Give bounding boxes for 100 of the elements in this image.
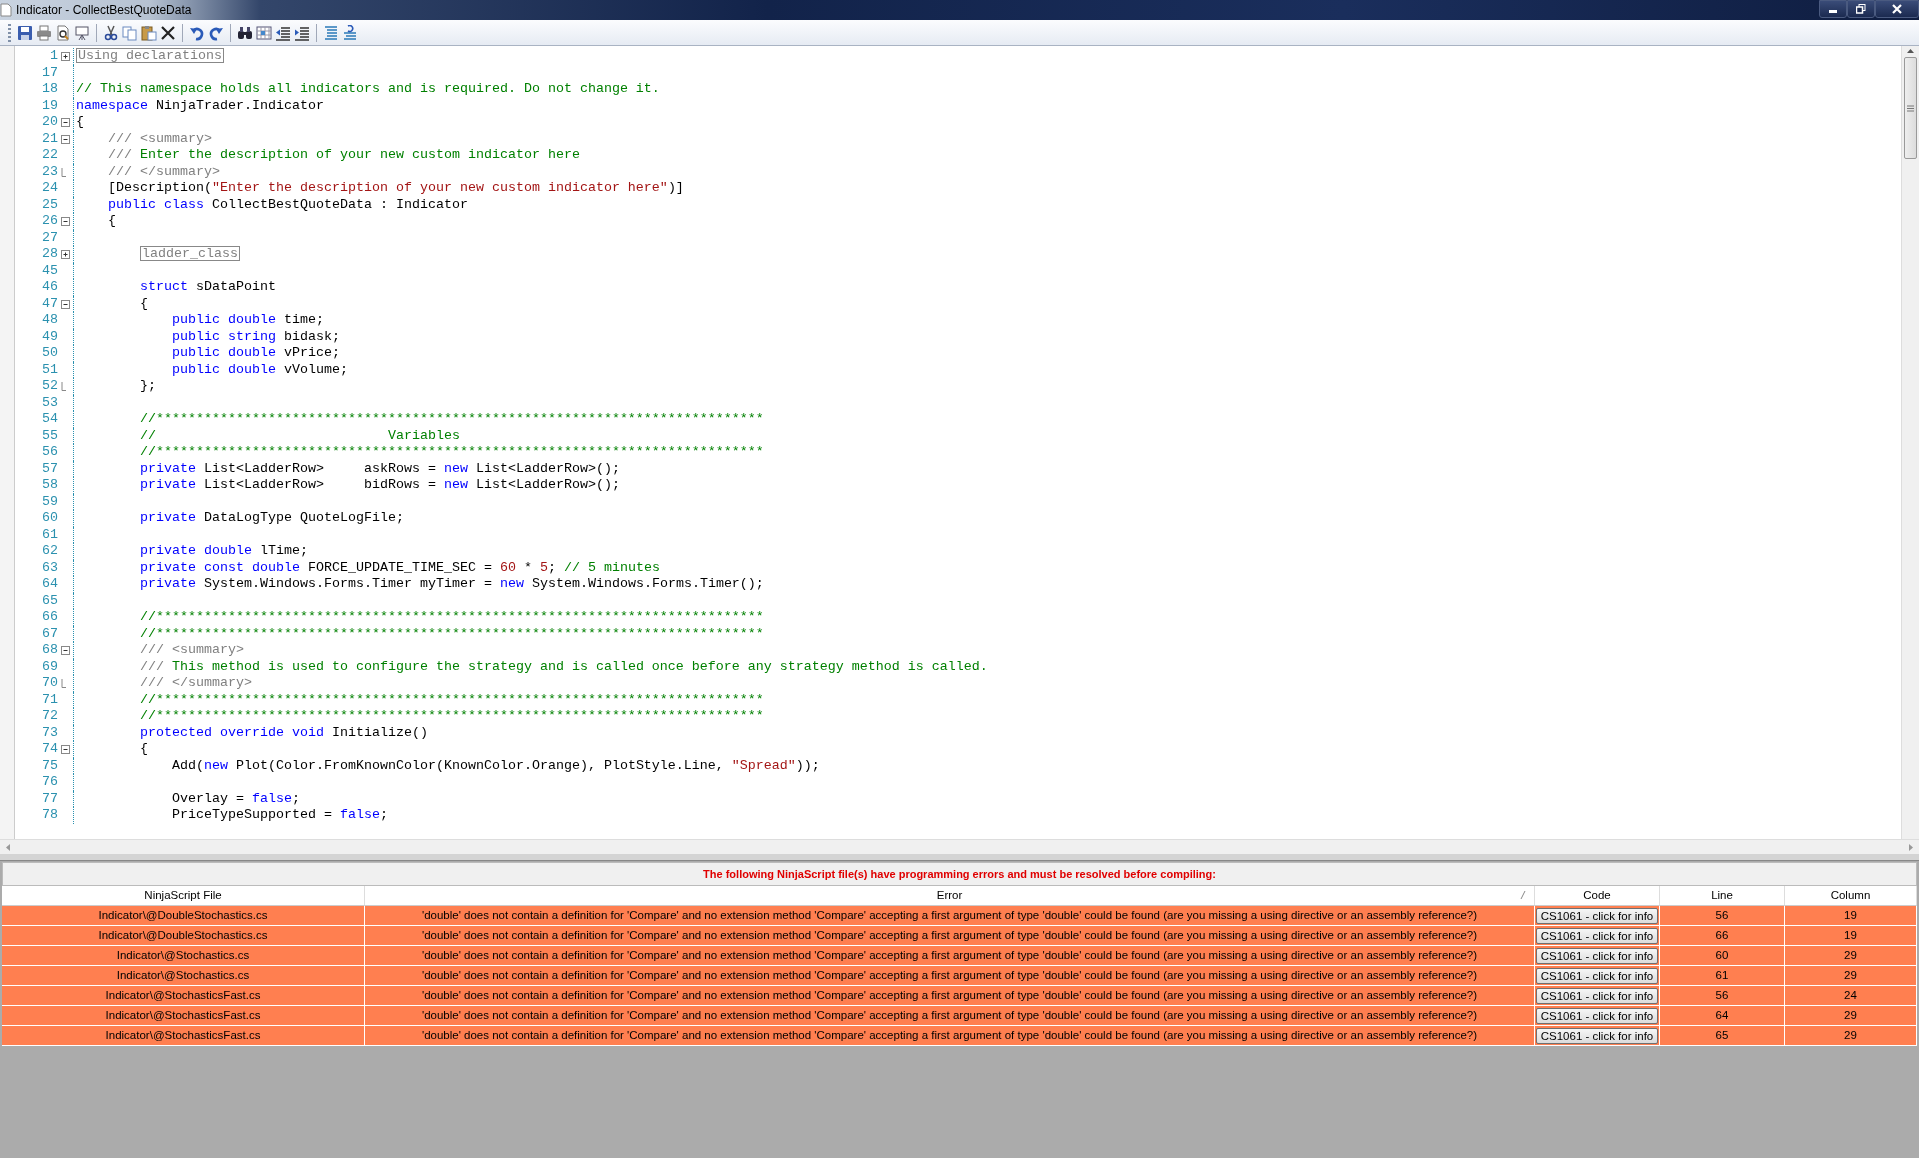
collapse-icon[interactable] — [61, 745, 70, 754]
line-number: 48 — [41, 312, 58, 329]
column-header[interactable]: Line — [1711, 886, 1733, 905]
minimize-button[interactable] — [1819, 0, 1847, 18]
error-code-button[interactable]: CS1061 - click for info — [1535, 947, 1659, 964]
line-number: 54 — [41, 411, 58, 428]
column-cell: 29 — [1785, 1006, 1917, 1026]
line-cell: 61 — [1660, 966, 1785, 986]
save-icon[interactable] — [17, 24, 33, 41]
file-cell: Indicator\@Stochastics.cs — [2, 966, 365, 986]
code-line: //**************************************************************************** — [140, 444, 764, 461]
file-cell: Indicator\@DoubleStochastics.cs — [2, 926, 365, 946]
sort-icon — [1520, 891, 1526, 899]
code-line: { — [140, 741, 148, 758]
line-cell: 56 — [1660, 986, 1785, 1006]
window-icon — [0, 3, 12, 17]
line-number: 47 — [41, 295, 58, 312]
collapsed-region[interactable]: ladder_class — [140, 246, 240, 261]
binoculars-icon[interactable] — [237, 24, 253, 41]
code-line: public class CollectBestQuoteData : Indicator — [108, 196, 468, 213]
line-number: 62 — [41, 543, 58, 560]
line-number: 59 — [41, 493, 58, 510]
expand-icon[interactable] — [61, 250, 70, 259]
code-line: protected override void Initialize() — [140, 724, 428, 741]
line-number: 57 — [41, 460, 58, 477]
code-line: Overlay = false; — [171, 790, 300, 807]
line-number: 68 — [41, 642, 58, 659]
code-line: public string bidask; — [171, 328, 340, 345]
code-line: /// <summary> — [140, 642, 244, 659]
line-number: 19 — [41, 97, 58, 114]
collapse-icon[interactable] — [61, 134, 70, 144]
close-button[interactable] — [1875, 0, 1919, 18]
code-line: { — [108, 213, 116, 230]
line-cell: 60 — [1660, 946, 1785, 966]
file-cell: Indicator\@StochasticsFast.cs — [2, 986, 365, 1006]
line-cell: 66 — [1660, 926, 1785, 946]
line-number: 51 — [41, 361, 58, 378]
line-cell: 64 — [1660, 1006, 1785, 1026]
code-line: private System.Windows.Forms.Timer myTimer = new System.Windows.Forms.Timer(); — [140, 576, 764, 593]
file-cell: Indicator\@StochasticsFast.cs — [2, 1026, 365, 1046]
error-cell: 'double' does not contain a definition for 'Compare' and no extension method 'Compare' accepting a first argument of type 'double' could be found (are you missing a using directive or an assembly reference?) — [365, 986, 1535, 1006]
collapse-icon[interactable] — [61, 646, 70, 655]
line-number: 28 — [41, 246, 58, 263]
line-number: 53 — [41, 394, 58, 411]
column-header[interactable]: Error — [936, 886, 963, 905]
error-cell: 'double' does not contain a definition for 'Compare' and no extension method 'Compare' accepting a first argument of type 'double' could be found (are you missing a using directive or an assembly reference?) — [365, 1026, 1535, 1046]
code-line: { — [76, 114, 84, 131]
line-number: 76 — [41, 774, 58, 791]
code-line: //**************************************************************************** — [140, 625, 764, 642]
restore-button[interactable] — [1847, 0, 1875, 18]
file-cell: Indicator\@Stochastics.cs — [2, 946, 365, 966]
print-icon[interactable] — [36, 24, 52, 41]
line-number: 52 — [41, 378, 58, 395]
error-code-button[interactable]: CS1061 - click for info — [1535, 907, 1659, 924]
collapsed-region[interactable]: Using declarations — [76, 48, 224, 63]
line-number: 45 — [41, 262, 58, 279]
code-line: private double lTime; — [140, 543, 308, 560]
code-line: // Variables — [140, 427, 460, 444]
code-line: { — [140, 295, 148, 312]
code-line: /// </summary> — [140, 675, 252, 692]
collapse-icon[interactable] — [61, 217, 70, 226]
cut-icon[interactable] — [103, 24, 119, 41]
error-message: The following NinjaScript file(s) have programming errors and must be resolved before compiling: — [2, 862, 1917, 886]
uncomment-lines-icon[interactable] — [342, 24, 358, 41]
code-line: /// This method is used to configure the strategy and is called once before any strategy method is called. — [140, 658, 988, 675]
line-number: 74 — [41, 741, 58, 758]
outdent-icon[interactable] — [275, 24, 291, 41]
line-number: 24 — [41, 180, 58, 197]
file-cell: Indicator\@StochasticsFast.cs — [2, 1006, 365, 1026]
collapse-icon[interactable] — [61, 118, 70, 127]
expand-icon[interactable] — [61, 52, 70, 61]
grip-icon — [1907, 104, 1914, 112]
code-line: private const double FORCE_UPDATE_TIME_SEC = 60 * 5; // 5 minutes — [140, 559, 660, 576]
comment-lines-icon[interactable] — [323, 24, 339, 41]
line-number: 69 — [41, 658, 58, 675]
close-icon — [1892, 4, 1902, 14]
grid-icon[interactable] — [256, 24, 272, 41]
line-number: 77 — [41, 790, 58, 807]
print-preview-icon[interactable] — [55, 24, 71, 41]
error-code-button[interactable]: CS1061 - click for info — [1535, 967, 1659, 984]
collapse-icon[interactable] — [61, 299, 70, 309]
scrollbar-thumb[interactable] — [1904, 57, 1917, 159]
indent-icon[interactable] — [294, 24, 310, 41]
board-icon[interactable] — [74, 24, 90, 41]
error-code-button[interactable]: CS1061 - click for info — [1535, 927, 1659, 944]
line-number: 75 — [41, 757, 58, 774]
paste-icon[interactable] — [141, 24, 157, 41]
error-code-button[interactable]: CS1061 - click for info — [1535, 1027, 1659, 1044]
line-number: 65 — [41, 592, 58, 609]
code-line: }; — [140, 378, 156, 395]
column-cell: 29 — [1785, 946, 1917, 966]
error-cell: 'double' does not contain a definition for 'Compare' and no extension method 'Compare' accepting a first argument of type 'double' could be found (are you missing a using directive or an assembly reference?) — [365, 966, 1535, 986]
line-number: 58 — [41, 477, 58, 494]
code-line: PriceTypeSupported = false; — [171, 807, 388, 824]
error-code-button[interactable]: CS1061 - click for info — [1535, 987, 1659, 1004]
line-number: 26 — [41, 213, 58, 230]
error-code-button[interactable]: CS1061 - click for info — [1535, 1007, 1659, 1024]
code-line: private DataLogType QuoteLogFile; — [140, 510, 404, 527]
delete-icon[interactable] — [160, 24, 176, 41]
line-number: 56 — [41, 444, 58, 461]
